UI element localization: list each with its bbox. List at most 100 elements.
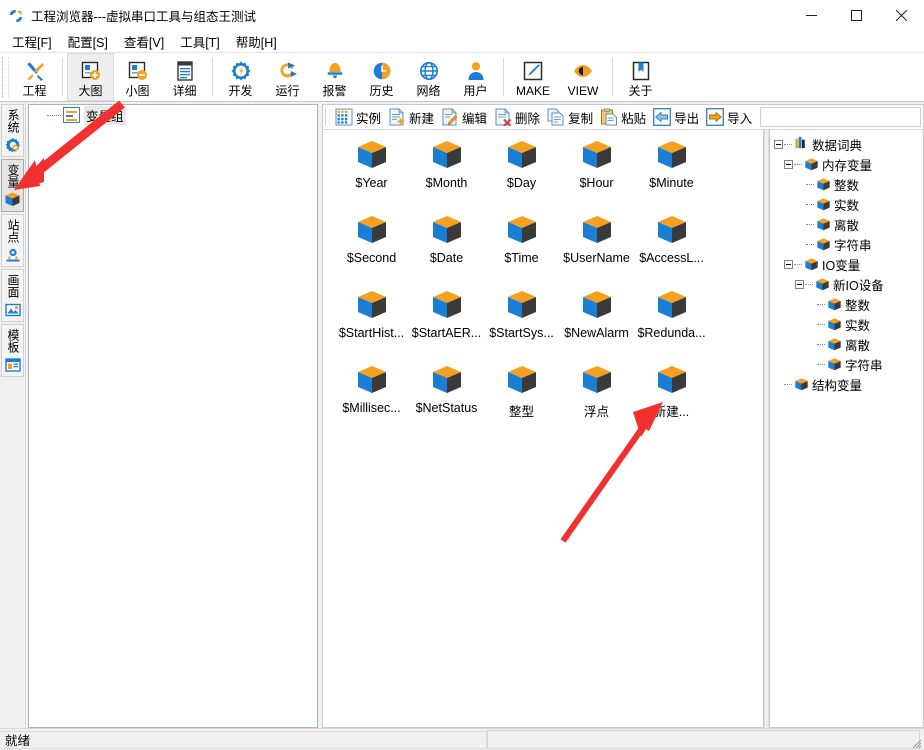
list-item[interactable]: $Date xyxy=(409,213,484,288)
list-item[interactable]: 新建... xyxy=(634,363,709,438)
tree-node-discrete[interactable]: 离散 xyxy=(770,214,923,234)
menu-tools[interactable]: 工具[T] xyxy=(172,30,228,53)
tree-node-string[interactable]: 字符串 xyxy=(770,354,923,374)
list-item[interactable]: 浮点 xyxy=(559,363,634,438)
toolbar-about[interactable]: 关于 xyxy=(617,53,664,101)
subtoolbar-copy[interactable]: 复制 xyxy=(544,105,597,129)
subtoolbar-edit[interactable]: 编辑 xyxy=(438,105,491,129)
tree-connector xyxy=(794,164,802,165)
tree-node-data-dictionary[interactable]: 数据词典 xyxy=(770,134,923,154)
sidebar-tab-site[interactable]: 站点 xyxy=(1,214,24,267)
tree-node-integer[interactable]: 整数 xyxy=(770,174,923,194)
toolbar-project[interactable]: 工程 xyxy=(11,53,58,101)
copy-documents-icon xyxy=(546,108,565,127)
tree-node-structure-variable[interactable]: 结构变量 xyxy=(770,374,923,394)
list-item[interactable]: $Day xyxy=(484,138,559,213)
large-icons-icon xyxy=(79,59,103,83)
toolbar-separator xyxy=(212,58,213,96)
details-view-icon xyxy=(173,59,197,83)
toolbar-view[interactable]: VIEW xyxy=(558,53,608,101)
close-button[interactable] xyxy=(879,0,924,31)
toolbar-make[interactable]: MAKE xyxy=(508,53,558,101)
search-input[interactable] xyxy=(760,107,921,127)
toolbar-grip[interactable] xyxy=(2,57,9,97)
list-item[interactable]: $Hour xyxy=(559,138,634,213)
list-item[interactable]: $AccessL... xyxy=(634,213,709,288)
tree-node-integer[interactable]: 整数 xyxy=(770,294,923,314)
list-item[interactable]: $NetStatus xyxy=(409,363,484,438)
sidebar-tab-strip: 系统 变量 xyxy=(0,102,26,728)
toolbar-user[interactable]: 用户 xyxy=(452,53,499,101)
toolbar-small-icons[interactable]: 小图 xyxy=(114,53,161,101)
list-item[interactable]: $NewAlarm xyxy=(559,288,634,363)
list-item-label: $UserName xyxy=(563,251,630,265)
toolbar-history[interactable]: 历史 xyxy=(358,53,405,101)
list-item-label: $Time xyxy=(504,251,538,265)
list-item[interactable]: $StartSys... xyxy=(484,288,559,363)
list-item[interactable]: $Month xyxy=(409,138,484,213)
variable-cube-icon xyxy=(794,377,809,392)
toolbar-develop[interactable]: 开发 xyxy=(217,53,264,101)
tree-node-new-io-device[interactable]: 新IO设备 xyxy=(770,274,923,294)
collapse-minus-icon[interactable] xyxy=(795,280,804,289)
subtoolbar-export[interactable]: 导出 xyxy=(650,105,703,129)
subtoolbar-grip[interactable] xyxy=(325,108,330,126)
menu-view[interactable]: 查看[V] xyxy=(116,30,172,53)
subtoolbar-paste-label: 粘贴 xyxy=(621,108,646,127)
subtoolbar-instance[interactable]: 实例 xyxy=(332,105,385,129)
list-item[interactable]: $Second xyxy=(334,213,409,288)
subtoolbar-delete[interactable]: 删除 xyxy=(491,105,544,129)
list-item[interactable]: $Year xyxy=(334,138,409,213)
minimize-button[interactable] xyxy=(789,0,834,31)
collapse-minus-icon[interactable] xyxy=(784,260,793,269)
toolbar-large-icons[interactable]: 大图 xyxy=(67,53,114,101)
tree-node-memory-variable[interactable]: 内存变量 xyxy=(770,154,923,174)
list-item[interactable]: $StartAER... xyxy=(409,288,484,363)
left-tree-panel[interactable]: 变量组 xyxy=(28,104,318,728)
tree-node-io-variable[interactable]: IO变量 xyxy=(770,254,923,274)
list-item[interactable]: 整型 xyxy=(484,363,559,438)
maximize-button[interactable] xyxy=(834,0,879,31)
toolbar-network[interactable]: 网络 xyxy=(405,53,452,101)
edit-document-icon xyxy=(440,108,459,127)
toolbar-run[interactable]: 运行 xyxy=(264,53,311,101)
list-item[interactable]: $Time xyxy=(484,213,559,288)
tree-node-string[interactable]: 字符串 xyxy=(770,234,923,254)
list-item[interactable]: $UserName xyxy=(559,213,634,288)
toolbar-alarm[interactable]: 报警 xyxy=(311,53,358,101)
tree-node-real[interactable]: 实数 xyxy=(770,194,923,214)
menu-config[interactable]: 配置[S] xyxy=(60,30,116,53)
subtoolbar-paste[interactable]: 粘贴 xyxy=(597,105,650,129)
variable-group-row[interactable]: 变量组 xyxy=(29,105,317,125)
tree-connector xyxy=(817,324,825,325)
list-item[interactable]: $Minute xyxy=(634,138,709,213)
subtoolbar-import[interactable]: 导入 xyxy=(703,105,756,129)
menu-project[interactable]: 工程[F] xyxy=(4,30,60,53)
list-item[interactable]: $Millisec... xyxy=(334,363,409,438)
sidebar-tab-system[interactable]: 系统 xyxy=(1,104,24,157)
toolbar-details[interactable]: 详细 xyxy=(161,53,208,101)
tree-node-label: 整数 xyxy=(845,295,870,314)
menu-help[interactable]: 帮助[H] xyxy=(228,30,285,53)
variable-cube-icon xyxy=(355,288,389,322)
list-item[interactable]: $StartHist... xyxy=(334,288,409,363)
variable-cube-icon xyxy=(655,138,689,172)
toolbar-alarm-label: 报警 xyxy=(322,84,346,98)
variable-cube-icon xyxy=(505,213,539,247)
sidebar-tab-screen[interactable]: 画面 xyxy=(1,269,24,322)
sidebar-tab-template[interactable]: 模板 xyxy=(1,324,24,377)
variable-cube-icon xyxy=(4,191,21,208)
tree-node-discrete[interactable]: 离散 xyxy=(770,334,923,354)
list-item[interactable]: $Redunda... xyxy=(634,288,709,363)
sidebar-tab-variable[interactable]: 变量 xyxy=(1,159,24,212)
network-globe-icon xyxy=(417,59,441,83)
data-dictionary-tree[interactable]: 数据词典 内存变量 xyxy=(769,130,924,728)
collapse-minus-icon[interactable] xyxy=(784,160,793,169)
window-controls xyxy=(789,0,924,31)
tree-node-label: IO变量 xyxy=(822,255,860,274)
variable-list-panel[interactable]: $Year $Month xyxy=(322,130,764,728)
collapse-minus-icon[interactable] xyxy=(774,140,783,149)
tree-node-real[interactable]: 实数 xyxy=(770,314,923,334)
resize-grip[interactable] xyxy=(910,736,922,748)
subtoolbar-new[interactable]: 新建 xyxy=(385,105,438,129)
